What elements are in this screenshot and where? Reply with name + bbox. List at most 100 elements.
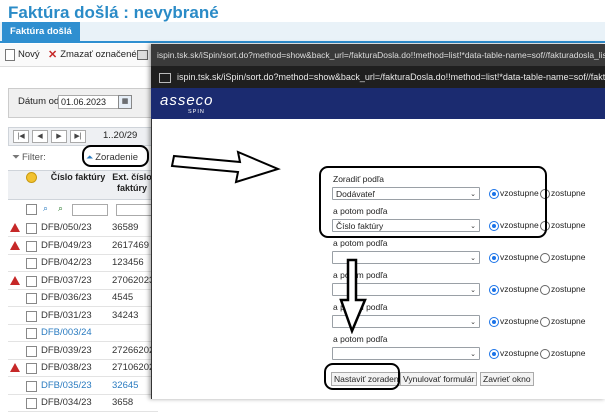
then-by-label: a potom podľa [333,334,388,344]
popup-address-bar: ispin.tsk.sk/iSpin/sort.do?method=show&b… [151,66,605,88]
row-checkbox[interactable] [26,328,37,339]
annotation-highlight-sort [82,145,149,167]
column-header-cislo[interactable]: Číslo faktúry [50,172,106,183]
annotation-arrow-down [339,258,367,334]
invoice-number-cell[interactable]: DFB/003/24 [41,324,92,341]
column-header-ext[interactable]: Ext. číslo faktúry [112,172,152,194]
date-from-input[interactable]: 01.06.2023 [58,95,122,109]
chevron-down-icon: ⌄ [470,351,476,358]
then-by-label: a potom podľa [333,238,388,248]
ext-number-cell: 2710620230 [112,362,151,373]
invoice-number-cell: DFB/039/23 [41,344,92,356]
descending-radio[interactable] [540,285,550,295]
invoice-number-cell: DFB/037/23 [41,274,92,286]
last-page-icon[interactable]: ▶| [70,130,86,143]
ascending-label: vzostupne [500,316,539,326]
annotation-arrow-right [170,150,281,184]
asseco-logo: asseco [160,92,214,109]
descending-radio[interactable] [540,317,550,327]
ext-number-cell: 123456 [112,257,144,268]
ext-number-cell: 2726620230 [112,344,151,356]
warning-icon [10,223,20,232]
filter-label: Filter: [22,152,46,163]
search-icon[interactable]: ⌕ [43,203,48,214]
warning-icon [10,240,20,250]
annotation-highlight-sort-fields [319,166,547,238]
row-checkbox[interactable] [26,345,37,357]
row-checkbox[interactable] [26,240,37,252]
row-checkbox[interactable] [26,223,37,234]
invoice-number-cell: DFB/042/23 [41,257,92,268]
tab-bar [0,22,605,43]
ascending-radio[interactable] [489,349,499,359]
select-all-checkbox[interactable] [26,204,37,215]
first-page-icon[interactable]: |◀ [13,130,29,143]
print-icon[interactable] [137,48,148,62]
descending-label: zostupne [551,284,586,294]
funnel-icon: ⏷ [12,152,20,163]
invoice-number-cell: DFB/050/23 [41,222,92,233]
ext-number-cell: 32645 [112,379,139,391]
ascending-radio[interactable] [489,317,499,327]
reset-form-button[interactable]: Vynulovať formulár [400,372,478,386]
new-document-icon [5,49,15,61]
row-checkbox[interactable] [26,258,37,269]
cislo-filter-input[interactable] [72,204,108,216]
invoice-number-cell: DFB/049/23 [41,239,92,251]
chevron-down-icon: ⌄ [470,287,476,294]
zoom-icon[interactable]: ⌕ [58,203,63,214]
ascending-label: vzostupne [500,252,539,262]
date-from-label: Dátum od [18,96,60,107]
ext-filter-input[interactable] [116,204,152,216]
background-window-url: ispin.tsk.sk/iSpin/sort.do?method=show&b… [151,44,605,66]
annotation-highlight-set-button [324,363,400,390]
delete-x-icon: ✕ [48,49,58,61]
ext-number-cell: 34243 [112,309,139,321]
row-checkbox[interactable] [26,380,37,392]
spin-logo-sub: SPIN [188,109,205,115]
warning-icon [10,275,20,285]
row-checkbox[interactable] [26,363,37,374]
filter-toggle[interactable]: ⏷ Filter: [12,152,46,163]
descending-radio[interactable] [540,349,550,359]
status-smiley-icon [26,172,37,183]
next-page-icon[interactable]: ▶ [51,130,67,143]
prev-page-icon[interactable]: ◀ [32,130,48,143]
tab-faktura-dosla[interactable]: Faktúra došlá [2,22,80,41]
invoice-number-cell: DFB/036/23 [41,292,92,303]
close-window-button[interactable]: Zavrieť okno [480,372,534,386]
invoice-number-cell: DFB/034/23 [41,397,92,408]
popup-url: ispin.tsk.sk/iSpin/sort.do?method=show&b… [177,72,605,82]
page-title: Faktúra došlá : nevybrané [8,3,219,22]
ascending-radio[interactable] [489,285,499,295]
row-checkbox[interactable] [26,275,37,287]
invoice-number-cell: DFB/038/23 [41,362,92,373]
descending-radio[interactable] [540,253,550,263]
site-info-icon[interactable] [159,72,171,83]
pager-range: 1..20/29 [103,130,138,141]
descending-label: zostupne [551,220,586,230]
sort-field-select[interactable]: ⌄ [332,347,480,360]
calendar-icon[interactable]: ▦ [118,95,132,109]
ext-number-cell: 2617469 [112,239,149,251]
ascending-label: vzostupne [500,284,539,294]
ext-number-cell: 4545 [112,292,134,303]
ascending-radio[interactable] [489,253,499,263]
descending-label: zostupne [551,348,586,358]
ext-number-cell: 3658 [112,397,134,408]
ext-number-cell: 27062023 [112,274,151,286]
new-button[interactable]: Nový [5,48,40,62]
chevron-down-icon: ⌄ [470,255,476,262]
row-checkbox[interactable] [26,398,37,409]
invoice-number-cell[interactable]: DFB/035/23 [41,377,92,394]
delete-selected-label: Zmazať označené [60,49,137,60]
chevron-down-icon: ⌄ [470,319,476,326]
row-checkbox[interactable] [26,293,37,304]
ext-number-cell: 36589 [112,222,139,233]
row-checkbox[interactable] [26,310,37,322]
delete-selected-button[interactable]: ✕ Zmazať označené [48,48,137,62]
descending-label: zostupne [551,316,586,326]
new-button-label: Nový [18,49,40,60]
ext-number-cell [112,324,151,341]
descending-label: zostupne [551,188,586,198]
